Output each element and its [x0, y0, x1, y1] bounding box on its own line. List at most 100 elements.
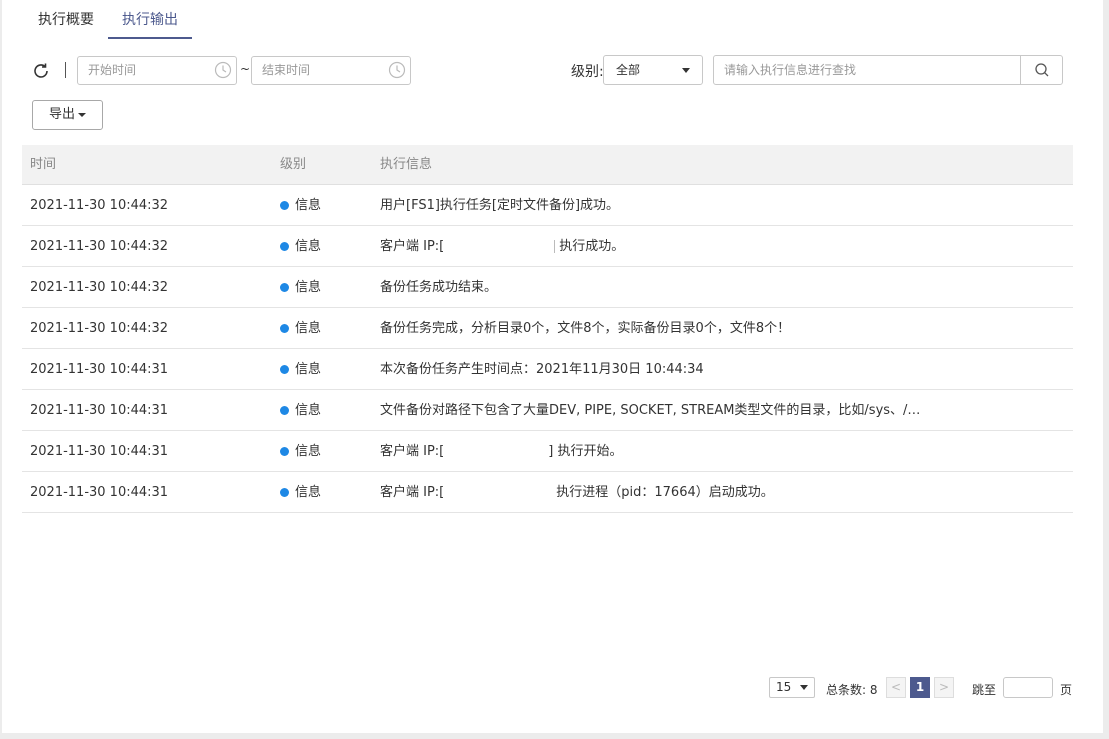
row-message-text: 用户[FS1]执行任务[定时文件备份]成功。 — [380, 198, 620, 213]
row-level: 信息 — [280, 308, 321, 349]
row-message: 文件备份对路径下包含了大量DEV, PIPE, SOCKET, STREAM类型… — [380, 390, 920, 432]
row-time: 2021-11-30 10:44:31 — [30, 485, 169, 500]
row-level-text: 信息 — [295, 443, 322, 459]
start-time-input[interactable]: 开始时间 — [77, 56, 237, 85]
tab-execution-summary[interactable]: 执行概要 — [24, 0, 108, 39]
start-time-placeholder: 开始时间 — [88, 63, 137, 77]
prev-page-button[interactable]: < — [886, 677, 906, 698]
total-count: 总条数: 8 — [826, 683, 878, 697]
clock-icon — [388, 61, 406, 79]
table-row: 2021-11-30 10:44:32 信息 备份任务完成，分析目录0个，文件8… — [22, 308, 1073, 349]
page-size-value: 15 — [776, 680, 792, 694]
table-row: 2021-11-30 10:44:31 信息 文件备份对路径下包含了大量DEV,… — [22, 390, 1073, 431]
info-dot-icon — [280, 242, 289, 251]
tab-bar: 执行概要 执行输出 — [24, 0, 192, 39]
row-level-text: 信息 — [295, 279, 322, 295]
row-message-suffix: ] 执行开始。 — [548, 444, 623, 459]
search-button[interactable] — [1020, 56, 1062, 84]
info-dot-icon — [280, 406, 289, 415]
table-row: 2021-11-30 10:44:32 信息 用户[FS1]执行任务[定时文件备… — [22, 185, 1073, 226]
info-dot-icon — [280, 488, 289, 497]
column-header-message: 执行信息 — [380, 157, 433, 172]
export-button[interactable]: 导出 — [32, 100, 103, 130]
search-icon — [1034, 63, 1048, 77]
row-message: 备份任务完成，分析目录0个，文件8个，实际备份目录0个，文件8个！ — [380, 308, 790, 350]
column-header-level: 级别 — [280, 157, 307, 172]
row-message-text: 客户端 IP:[ — [380, 485, 445, 500]
row-message-suffix: 执行成功。 — [559, 239, 625, 254]
row-message: 备份任务成功结束。 — [380, 267, 497, 309]
info-dot-icon — [280, 365, 289, 374]
row-message: 客户端 IP:[ 执行成功。 — [380, 226, 624, 268]
jump-to-label: 跳至 — [972, 683, 997, 697]
row-level: 信息 — [280, 267, 321, 308]
range-separator: ~ — [240, 62, 251, 76]
row-level-text: 信息 — [295, 238, 322, 254]
refresh-icon — [34, 63, 48, 78]
redacted-ip-bar — [554, 240, 556, 253]
row-level-text: 信息 — [295, 361, 322, 377]
row-time: 2021-11-30 10:44:32 — [30, 198, 169, 213]
table-row: 2021-11-30 10:44:32 信息 备份任务成功结束。 — [22, 267, 1073, 308]
clock-icon — [214, 61, 232, 79]
search-box — [713, 55, 1063, 85]
row-time: 2021-11-30 10:44:31 — [30, 362, 169, 377]
row-level: 信息 — [280, 472, 321, 513]
row-level: 信息 — [280, 390, 321, 431]
row-message: 客户端 IP:[ ] 执行开始。 — [380, 431, 622, 473]
row-time: 2021-11-30 10:44:32 — [30, 321, 169, 336]
row-message-text: 客户端 IP:[ — [380, 444, 445, 459]
row-level: 信息 — [280, 185, 321, 226]
row-message-text: 备份任务完成，分析目录0个，文件8个，实际备份目录0个，文件8个！ — [380, 321, 791, 336]
row-time: 2021-11-30 10:44:32 — [30, 280, 169, 295]
row-time: 2021-11-30 10:44:31 — [30, 403, 169, 418]
table-row: 2021-11-30 10:44:31 信息 本次备份任务产生时间点：2021年… — [22, 349, 1073, 390]
row-level-text: 信息 — [295, 320, 322, 336]
page-suffix-label: 页 — [1060, 683, 1073, 697]
row-level: 信息 — [280, 349, 321, 390]
row-message-text: 备份任务成功结束。 — [380, 280, 498, 295]
info-dot-icon — [280, 447, 289, 456]
row-message: 客户端 IP:[ 执行进程（pid：17664）启动成功。 — [380, 472, 774, 514]
row-time: 2021-11-30 10:44:32 — [30, 239, 169, 254]
info-dot-icon — [280, 201, 289, 210]
level-select[interactable]: 全部 — [603, 55, 703, 85]
tab-execution-output[interactable]: 执行输出 — [108, 0, 192, 39]
level-label: 级别: — [571, 64, 604, 80]
end-time-input[interactable]: 结束时间 — [251, 56, 411, 85]
jump-page-input[interactable] — [1003, 677, 1053, 698]
info-dot-icon — [280, 324, 289, 333]
row-message: 本次备份任务产生时间点：2021年11月30日 10:44:34 — [380, 349, 704, 391]
end-time-placeholder: 结束时间 — [262, 63, 311, 77]
row-level-text: 信息 — [295, 484, 322, 500]
execution-panel: 执行概要 执行输出 开始时间 ~ 结束时间 级别: 全部 请输入执行信息进行查找… — [2, 0, 1103, 733]
table-header: 时间 级别 执行信息 — [22, 145, 1073, 185]
table-row: 2021-11-30 10:44:32 信息 客户端 IP:[ 执行成功。 — [22, 226, 1073, 267]
next-page-button[interactable]: > — [934, 677, 954, 698]
search-input[interactable] — [714, 56, 1020, 84]
row-message-text: 客户端 IP:[ — [380, 239, 445, 254]
column-header-time: 时间 — [30, 157, 57, 172]
chevron-down-icon — [682, 68, 690, 73]
table-row: 2021-11-30 10:44:31 信息 客户端 IP:[ 执行进程（pid：… — [22, 472, 1073, 513]
row-level: 信息 — [280, 431, 321, 472]
refresh-button[interactable] — [30, 60, 52, 82]
row-message-text: 文件备份对路径下包含了大量DEV, PIPE, SOCKET, STREAM类型… — [380, 403, 921, 418]
row-level-text: 信息 — [295, 402, 322, 418]
row-message-suffix: 执行进程（pid：17664）启动成功。 — [556, 485, 774, 500]
row-message-text: 本次备份任务产生时间点：2021年11月30日 10:44:34 — [380, 362, 704, 377]
row-time: 2021-11-30 10:44:31 — [30, 444, 169, 459]
current-page-button[interactable]: 1 — [910, 677, 930, 698]
row-level: 信息 — [280, 226, 321, 267]
level-select-value: 全部 — [616, 63, 641, 77]
toolbar-divider — [65, 62, 66, 78]
page-size-select[interactable]: 15 — [769, 677, 815, 698]
table-row: 2021-11-30 10:44:31 信息 客户端 IP:[ ] 执行开始。 — [22, 431, 1073, 472]
caret-down-icon — [78, 112, 86, 117]
row-message: 用户[FS1]执行任务[定时文件备份]成功。 — [380, 185, 619, 227]
log-table: 时间 级别 执行信息 2021-11-30 10:44:32 信息 用户[FS1… — [22, 145, 1073, 513]
row-level-text: 信息 — [295, 197, 322, 213]
chevron-down-icon — [800, 685, 808, 690]
info-dot-icon — [280, 283, 289, 292]
export-label: 导出 — [48, 107, 75, 122]
